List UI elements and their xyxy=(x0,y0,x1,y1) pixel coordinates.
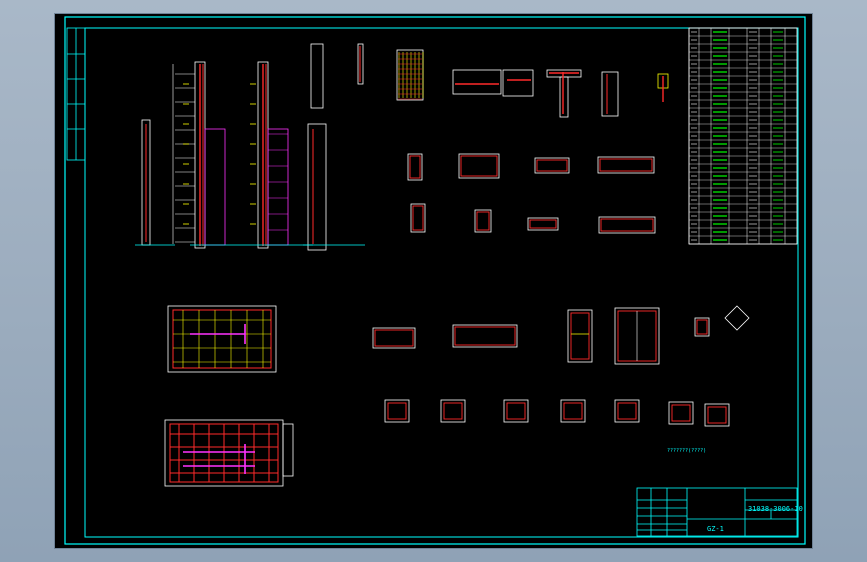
rebar-schedule-table[interactable] xyxy=(688,27,798,245)
stirrup-outline xyxy=(536,159,568,172)
column-extent xyxy=(204,128,226,246)
section-details xyxy=(372,69,750,427)
beam-outline xyxy=(310,43,324,109)
plan-rebar-outline xyxy=(172,309,272,369)
stirrup-outline xyxy=(707,406,727,424)
edge-strip xyxy=(282,423,294,477)
stirrup-outline xyxy=(600,218,654,232)
stirrup-outline xyxy=(671,404,691,422)
column-extent xyxy=(267,128,289,246)
stirrup-outline xyxy=(570,312,590,360)
column-elevations xyxy=(135,43,424,251)
cad-drawing-canvas[interactable]: ???????(????) 31038-3006-10 GZ-1 xyxy=(55,14,812,548)
section-box xyxy=(452,324,518,348)
section-outline xyxy=(502,69,534,97)
stirrup-outline xyxy=(563,402,583,420)
stirrup-outline xyxy=(387,402,407,420)
stirrup-outline xyxy=(599,158,653,172)
cad-drawing-viewport[interactable]: ???????(????) 31038-3006-10 GZ-1 xyxy=(55,14,812,548)
stirrup-outline xyxy=(443,402,463,420)
sheet-name: GZ-1 xyxy=(707,525,724,533)
stirrup-outline xyxy=(696,319,708,335)
section-outline xyxy=(601,71,619,117)
binding-strip xyxy=(66,27,86,161)
t-web xyxy=(559,76,569,118)
rotated-section xyxy=(724,305,750,331)
section-box xyxy=(567,309,593,363)
section-box xyxy=(458,153,500,179)
stirrup-outline xyxy=(412,205,424,231)
inner-border xyxy=(84,27,799,538)
stirrup-outline xyxy=(374,329,414,347)
stirrup-outline xyxy=(454,326,516,346)
stirrup-outline xyxy=(409,155,421,179)
stirrup-outline xyxy=(476,211,490,231)
stirrup-outline xyxy=(460,155,498,177)
drawing-number: 31038-3006-10 xyxy=(748,505,803,513)
foundation-plans xyxy=(164,305,294,487)
section-box xyxy=(372,327,416,349)
drawing-note: ???????(????) xyxy=(667,448,706,454)
stirrup-outline xyxy=(529,219,557,229)
stirrup-outline xyxy=(617,402,637,420)
beam-outline xyxy=(307,123,327,251)
section-outline xyxy=(452,69,502,95)
stirrup-outline xyxy=(506,402,526,420)
